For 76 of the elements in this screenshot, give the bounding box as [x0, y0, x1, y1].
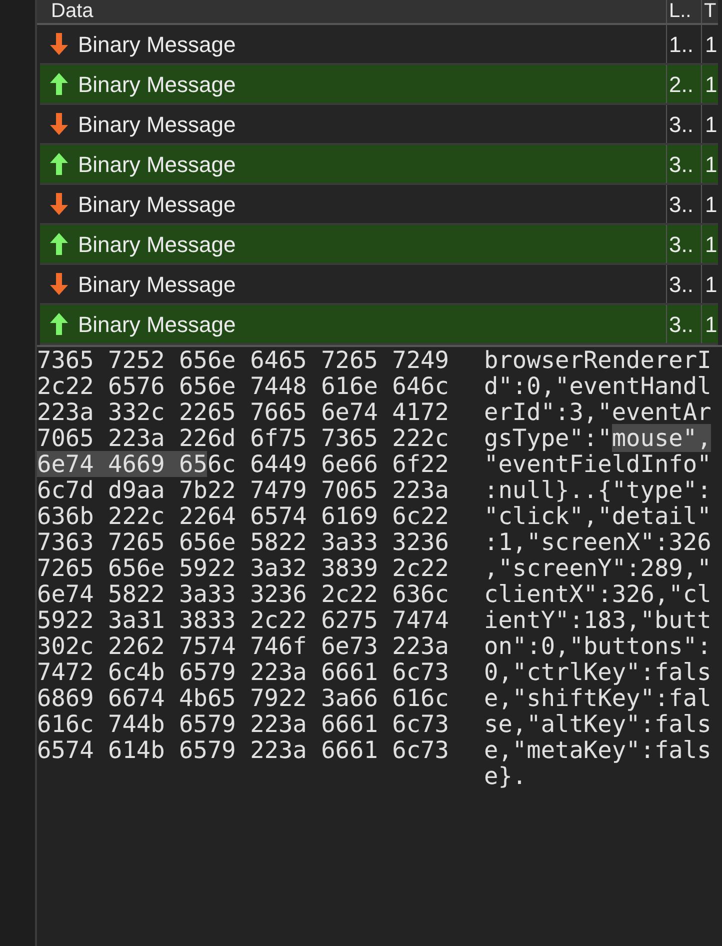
ascii-text: :1,"screenX":326 — [484, 529, 712, 555]
up-arrow-icon — [50, 313, 68, 335]
table-cell-text: 3.. — [669, 230, 694, 258]
table-cell-text: Binary Message — [78, 150, 236, 179]
hex-bytes: 7065 223a 226d 6f75 7365 222c — [37, 425, 449, 451]
down-arrow-icon — [50, 273, 68, 295]
ascii-text: clientX":326,"cl — [484, 581, 712, 607]
ascii-text: d":0,"eventHandl — [484, 373, 712, 399]
table-cell-text: 3.. — [669, 310, 694, 338]
ascii-text: e}. — [484, 763, 527, 789]
ascii-text: e,"shiftKey":fal — [484, 685, 712, 711]
message-row[interactable]: Binary Message 3.. 1 — [40, 305, 718, 345]
table-cell-text: 3.. — [669, 110, 694, 138]
table-cell-text: Binary Message — [78, 310, 236, 339]
table-cell-text: Binary Message — [78, 190, 236, 219]
hex-bytes: 6c7d d9aa 7b22 7479 7065 223a — [37, 477, 449, 503]
column-header[interactable]: T — [701, 0, 718, 23]
message-row[interactable]: Binary Message 3.. 1 — [40, 225, 718, 265]
message-row[interactable]: Binary Message 3.. 1 — [40, 145, 718, 185]
hex-bytes: 302c 2262 7574 746f 6e73 223a — [37, 633, 449, 659]
message-row[interactable]: Binary Message 3.. 1 — [40, 185, 718, 225]
ascii-text: e,"metaKey":fals — [484, 737, 712, 763]
column-header[interactable]: L.. — [666, 0, 701, 23]
table-cell-text: 1 — [705, 190, 718, 218]
ascii-text: se,"altKey":fals — [484, 711, 712, 737]
table-cell-text: 2.. — [669, 70, 694, 98]
ascii-text: gsType":"mouse", — [484, 425, 712, 451]
table-cell-text: 1.. — [669, 30, 694, 58]
hex-bytes: 7363 7265 656e 5822 3a33 3236 — [37, 529, 449, 555]
ascii-text: ,"screenY":289," — [484, 555, 712, 581]
down-arrow-icon — [50, 193, 68, 215]
up-arrow-icon — [50, 73, 68, 95]
table-cell-text: 1 — [705, 70, 718, 98]
message-row[interactable]: Binary Message 3.. 1 — [40, 105, 718, 145]
hex-bytes: 223a 332c 2265 7665 6e74 4172 — [37, 399, 449, 425]
ascii-text: 0,"ctrlKey":fals — [484, 659, 712, 685]
table-cell-text: Binary Message — [78, 270, 236, 299]
table-cell-text: Binary Message — [78, 70, 236, 99]
ascii-text: "click","detail" — [484, 503, 712, 529]
up-arrow-icon — [50, 153, 68, 175]
down-arrow-icon — [50, 33, 68, 55]
message-row[interactable]: Binary Message 2.. 1 — [40, 65, 718, 105]
hex-bytes: 5922 3a31 3833 2c22 6275 7474 — [37, 607, 449, 633]
table-cell-text: Binary Message — [78, 230, 236, 259]
table-cell-text: 1 — [705, 110, 718, 138]
table-cell-text: 3.. — [669, 150, 694, 178]
message-row[interactable]: Binary Message 1.. 1 — [40, 25, 718, 65]
ascii-text: :null}..{"type": — [484, 477, 712, 503]
hex-bytes: 6e74 4669 656c 6449 6e66 6f22 — [37, 451, 449, 477]
hex-bytes: 6869 6674 4b65 7922 3a66 616c — [37, 685, 449, 711]
ascii-text: "eventFieldInfo" — [484, 451, 712, 477]
table-cell-text: 1 — [705, 150, 718, 178]
ascii-text: browserRendererI — [484, 347, 712, 373]
table-cell-text: 3.. — [669, 190, 694, 218]
hex-bytes: 636b 222c 2264 6574 6169 6c22 — [37, 503, 449, 529]
table-cell-text: 1 — [705, 310, 718, 338]
down-arrow-icon — [50, 113, 68, 135]
table-cell-text: Binary Message — [78, 110, 236, 139]
hex-bytes: 2c22 6576 656e 7448 616e 646c — [37, 373, 449, 399]
hex-bytes: 616c 744b 6579 223a 6661 6c73 — [37, 711, 449, 737]
message-row[interactable]: Binary Message 3.. 1 — [40, 265, 718, 305]
hex-bytes: 6574 614b 6579 223a 6661 6c73 — [37, 737, 449, 763]
table-cell-text: Binary Message — [78, 30, 236, 59]
table-cell-text: 1 — [705, 270, 718, 298]
column-header[interactable]: Data — [37, 0, 666, 23]
table-cell-text: 1 — [705, 30, 718, 58]
table-cell-text: 1 — [705, 230, 718, 258]
ascii-text: on":0,"buttons": — [484, 633, 712, 659]
hex-bytes: 7472 6c4b 6579 223a 6661 6c73 — [37, 659, 449, 685]
hex-bytes: 6e74 5822 3a33 3236 2c22 636c — [37, 581, 449, 607]
table-cell-text: 3.. — [669, 270, 694, 298]
up-arrow-icon — [50, 233, 68, 255]
hex-bytes: 7365 7252 656e 6465 7265 7249 — [37, 347, 449, 373]
ascii-text: erId":3,"eventAr — [484, 399, 712, 425]
ascii-text: ientY":183,"butt — [484, 607, 712, 633]
hex-bytes: 7265 656e 5922 3a32 3839 2c22 — [37, 555, 449, 581]
